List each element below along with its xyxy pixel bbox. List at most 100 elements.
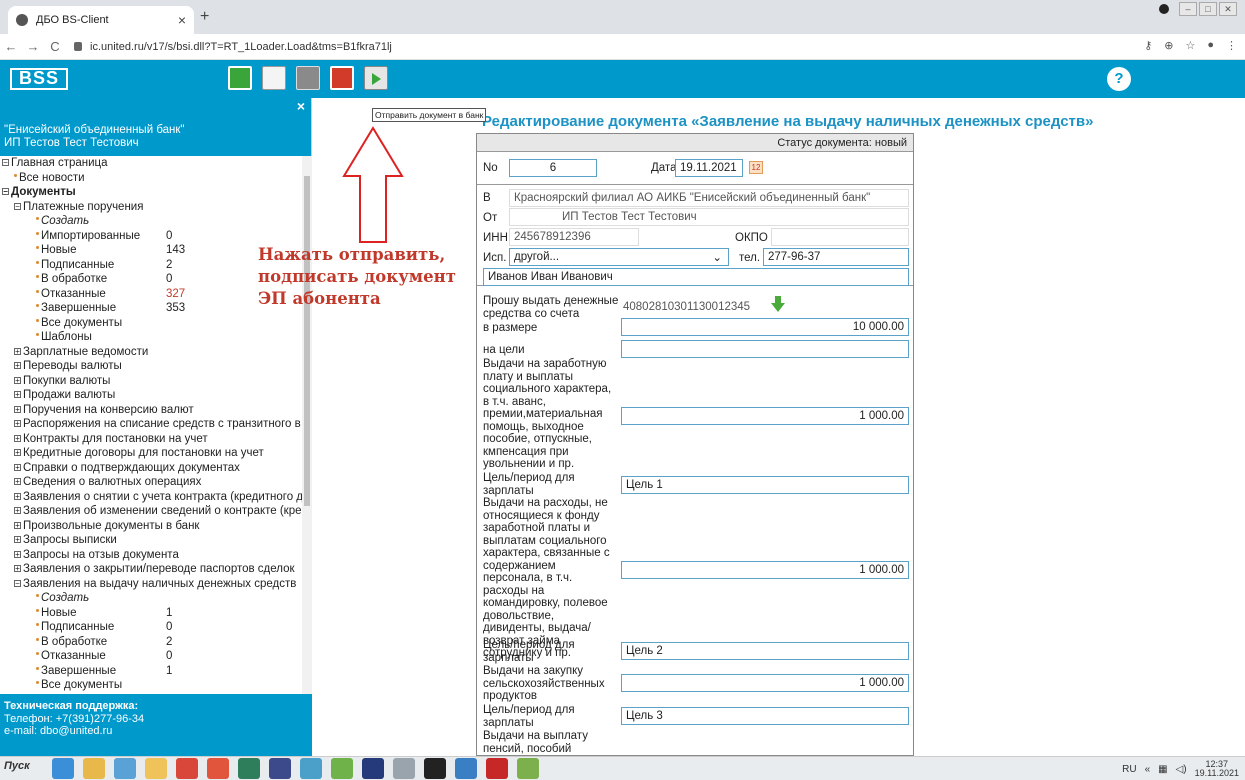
app-icon-1[interactable] [238, 758, 260, 779]
down-arrow-icon[interactable] [771, 296, 785, 312]
save-button[interactable] [228, 66, 252, 90]
app-icon-7[interactable] [455, 758, 477, 779]
bullet-icon[interactable] [36, 231, 39, 235]
key-icon[interactable]: ⚷ [1144, 39, 1152, 52]
menu-icon[interactable]: ⋮ [1226, 39, 1237, 52]
expand-icon[interactable]: + [14, 420, 21, 428]
tab-close-icon[interactable]: × [178, 12, 186, 28]
tree-item[interactable]: + Заявления о снятии с учета контракта (к… [0, 490, 302, 505]
phone-input[interactable]: 277-96-37 [763, 248, 909, 266]
tree-item[interactable]: Подписанные 2 [0, 258, 302, 273]
bullet-icon[interactable] [36, 594, 39, 597]
tree-item[interactable]: + Произвольные документы в банк [0, 519, 302, 534]
date-input[interactable]: 19.11.2021 [675, 159, 743, 177]
minimize-icon[interactable]: – [1179, 2, 1197, 16]
goal3-input[interactable]: Цель 3 [621, 707, 909, 725]
reload-icon[interactable]: C [44, 39, 66, 54]
tree-item[interactable]: + Заявления о закрытии/переводе паспортов… [0, 562, 302, 577]
amount-input[interactable]: 10 000.00 [621, 318, 909, 336]
bullet-icon[interactable] [36, 275, 39, 278]
tree-item[interactable]: + Запросы выписки [0, 533, 302, 548]
tree-item[interactable]: Завершенные 353 [0, 301, 302, 316]
executor-select[interactable]: другой... ⌄ [509, 248, 729, 266]
expand-icon[interactable]: + [14, 347, 21, 355]
maximize-icon[interactable]: □ [1199, 2, 1217, 16]
tree-item[interactable]: + Заявления об изменении сведений о контр… [0, 504, 302, 519]
tree-item[interactable]: + Контракты для постановки на учет [0, 432, 302, 447]
volume-icon[interactable]: ◁) [1176, 764, 1187, 775]
expand-icon[interactable]: + [14, 405, 21, 413]
expand-icon[interactable]: + [14, 449, 21, 457]
bullet-icon[interactable] [36, 289, 39, 293]
bullet-icon[interactable] [36, 623, 39, 626]
goal1-input[interactable]: Цель 1 [621, 476, 909, 494]
item1-amount-input[interactable]: 1 000.00 [621, 407, 909, 425]
start-button[interactable]: Пуск [4, 760, 30, 772]
profile-dot-icon[interactable] [1159, 4, 1169, 14]
bullet-icon[interactable] [36, 681, 39, 684]
expand-icon[interactable]: + [14, 507, 21, 515]
bullet-icon[interactable] [36, 666, 39, 670]
expand-icon[interactable]: + [14, 536, 21, 544]
tree-item[interactable]: + Продажи валюты [0, 388, 302, 403]
app-icon-5[interactable] [362, 758, 384, 779]
bullet-icon[interactable] [36, 304, 39, 307]
tree-item[interactable]: Новые 143 [0, 243, 302, 258]
network-tray-icon[interactable]: ▦ [1158, 764, 1167, 775]
sidebar-close-icon[interactable]: × [297, 99, 305, 113]
purpose-input[interactable] [621, 340, 909, 358]
item3-amount-input[interactable]: 1 000.00 [621, 674, 909, 692]
expand-icon[interactable]: + [14, 391, 21, 399]
bullet-icon[interactable] [14, 173, 17, 177]
account-icon[interactable]: ● [1207, 39, 1214, 52]
expand-icon[interactable]: + [14, 521, 21, 529]
goal2-input[interactable]: Цель 2 [621, 642, 909, 660]
document-number-input[interactable]: 6 [509, 159, 597, 177]
expand-icon[interactable]: + [14, 463, 21, 471]
tree-item[interactable]: В обработке 2 [0, 635, 302, 650]
tree-item[interactable]: + Сведения о валютных операциях [0, 475, 302, 490]
sign-button[interactable] [330, 66, 354, 90]
terminal-icon[interactable] [424, 758, 446, 779]
scrollbar-thumb[interactable] [304, 176, 310, 506]
tree-item[interactable]: Создать [0, 214, 302, 229]
tree-item[interactable]: Шаблоны [0, 330, 302, 345]
tray-arrow-icon[interactable]: « [1145, 764, 1151, 775]
tree-item[interactable]: Создать [0, 591, 302, 606]
tree-item[interactable]: Импортированные 0 [0, 229, 302, 244]
collapse-icon[interactable]: − [2, 159, 9, 167]
person-input[interactable]: Иванов Иван Иванович [483, 268, 909, 286]
language-indicator[interactable]: RU [1122, 764, 1136, 775]
new-tab-button[interactable]: + [200, 8, 209, 26]
tree-item[interactable]: − Документы [0, 185, 302, 200]
print-button[interactable] [296, 66, 320, 90]
chrome-icon[interactable] [176, 758, 198, 779]
tree-item[interactable]: Завершенные 1 [0, 664, 302, 679]
acrobat-icon[interactable] [486, 758, 508, 779]
tree-item[interactable]: Подписанные 0 [0, 620, 302, 635]
expand-icon[interactable]: + [14, 376, 21, 384]
expand-icon[interactable]: + [14, 362, 21, 370]
star-icon[interactable]: ☆ [1185, 39, 1195, 52]
bullet-icon[interactable] [36, 260, 39, 264]
item2-amount-input[interactable]: 1 000.00 [621, 561, 909, 579]
tree-item[interactable]: + Кредитные договоры для постановки на уч… [0, 446, 302, 461]
url-field[interactable]: ic.united.ru/v17/s/bsi.dll?T=RT_1Loader.… [74, 41, 392, 53]
tree-item[interactable]: + Переводы валюты [0, 359, 302, 374]
explorer-icon[interactable] [145, 758, 167, 779]
tree-item[interactable]: + Справки о подтверждающих документах [0, 461, 302, 476]
collapse-icon[interactable]: − [2, 188, 9, 196]
app-icon-3[interactable] [300, 758, 322, 779]
tree-item[interactable]: + Поручения на конверсию валют [0, 403, 302, 418]
ie-icon[interactable] [52, 758, 74, 779]
app-icon-8[interactable] [517, 758, 539, 779]
clock[interactable]: 12:37 19.11.2021 [1195, 760, 1239, 778]
bullet-icon[interactable] [36, 333, 39, 336]
collapse-icon[interactable]: − [14, 579, 21, 587]
tree-item[interactable]: − Заявления на выдачу наличных денежных с… [0, 577, 302, 592]
tree-item[interactable]: + Запросы на отзыв документа [0, 548, 302, 563]
expand-icon[interactable]: + [14, 565, 21, 573]
zoom-icon[interactable]: ⊕ [1164, 39, 1173, 52]
bullet-icon[interactable] [36, 608, 39, 612]
opera-icon[interactable] [207, 758, 229, 779]
